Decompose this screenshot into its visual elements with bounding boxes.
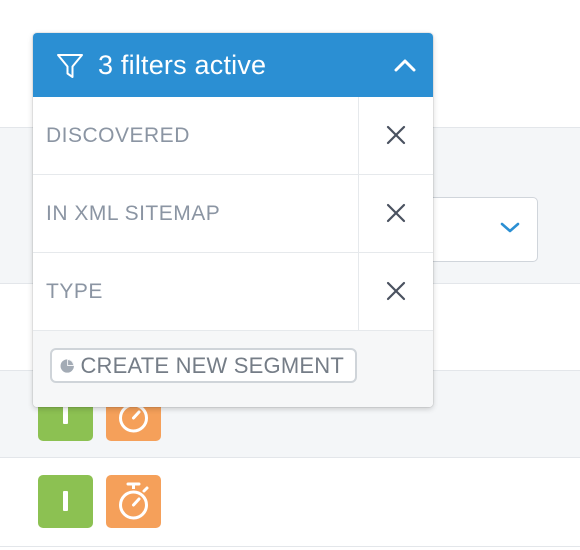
create-segment-button[interactable]: CREATE NEW SEGMENT: [50, 348, 357, 383]
filter-dropdown-toggle[interactable]: 3 filters active: [33, 33, 433, 97]
background-select[interactable]: [420, 197, 538, 262]
load-time-badge: [106, 475, 161, 528]
close-icon: [386, 281, 406, 301]
filter-item-type: TYPE: [33, 253, 433, 331]
chevron-down-icon: [500, 221, 520, 239]
filter-item-discovered: DISCOVERED: [33, 97, 433, 175]
remove-filter-button[interactable]: [358, 253, 433, 330]
filter-label: TYPE: [46, 280, 103, 303]
filter-dropdown: 3 filters active DISCOVERED IN XML SITEM…: [33, 33, 433, 407]
stopwatch-icon: [119, 482, 149, 520]
indexable-bar-icon: [63, 404, 68, 424]
create-segment-label: CREATE NEW SEGMENT: [80, 352, 344, 378]
filter-count-title: 3 filters active: [98, 50, 267, 80]
remove-filter-button[interactable]: [358, 97, 433, 174]
remove-filter-button[interactable]: [358, 175, 433, 252]
filter-label: DISCOVERED: [46, 124, 190, 147]
indexable-bar-icon: [63, 491, 68, 511]
close-icon: [386, 125, 406, 145]
filter-dropdown-footer: CREATE NEW SEGMENT: [33, 331, 433, 407]
page: 3 filters active DISCOVERED IN XML SITEM…: [0, 0, 580, 550]
pie-chart-icon: [60, 358, 74, 373]
indexable-badge: [38, 475, 93, 528]
funnel-icon: [56, 52, 84, 85]
filter-label: IN XML SITEMAP: [46, 202, 221, 225]
close-icon: [386, 203, 406, 223]
filter-item-in-xml-sitemap: IN XML SITEMAP: [33, 175, 433, 253]
chevron-up-icon[interactable]: [394, 58, 416, 77]
